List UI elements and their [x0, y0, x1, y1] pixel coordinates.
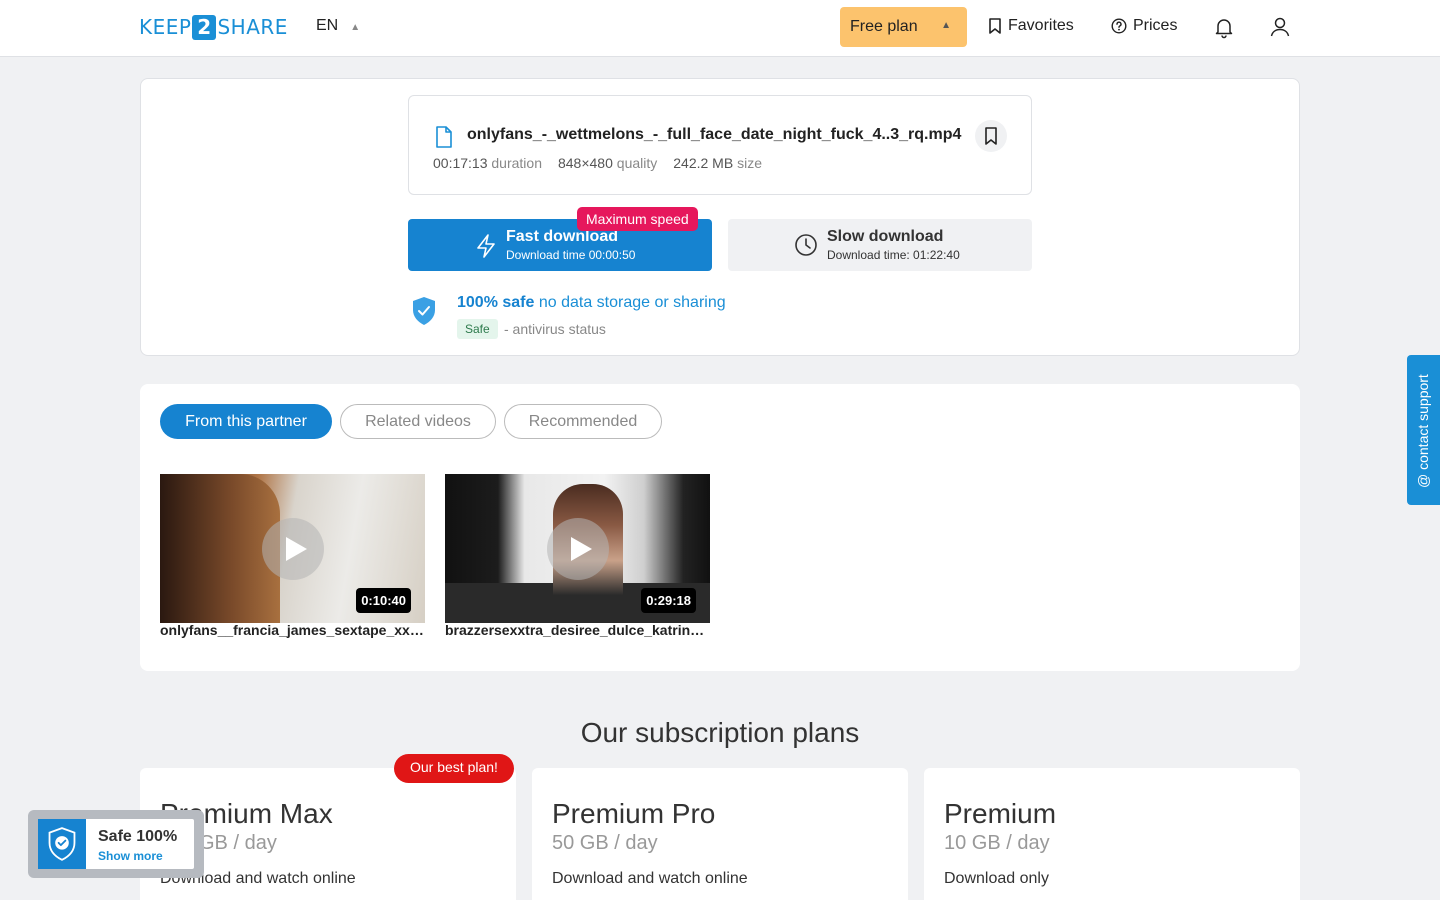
language-label: EN: [316, 17, 339, 34]
favorites-label: Favorites: [1008, 17, 1074, 34]
safety-info: 100% safe no data storage or sharing Saf…: [411, 294, 811, 344]
antivirus-status: - antivirus status: [504, 321, 606, 337]
duration-meta: 00:17:13 duration: [433, 155, 542, 171]
question-circle-icon: [1111, 18, 1127, 34]
logo-text-right: SHARE: [217, 15, 288, 39]
chevron-up-icon: ▲: [350, 21, 361, 33]
video-duration: 0:29:18: [641, 588, 696, 613]
plan-card-premium[interactable]: Premium 10 GB / day Download only: [924, 768, 1300, 900]
play-icon[interactable]: [262, 518, 324, 580]
logo-text-left: KEEP: [139, 15, 192, 39]
video-title[interactable]: onlyfans__francia_james_sextape_xxx_...: [160, 622, 425, 638]
logo-text-mid: 2: [192, 14, 217, 40]
prices-label: Prices: [1133, 17, 1178, 34]
tab-recommended[interactable]: Recommended: [504, 404, 662, 439]
plan-description: Download only: [944, 870, 1049, 887]
plan-dropdown[interactable]: Free plan ▲: [840, 7, 967, 47]
play-icon[interactable]: [547, 518, 609, 580]
best-plan-badge: Our best plan!: [394, 754, 514, 783]
safe-widget-title: Safe 100%: [98, 828, 178, 845]
contact-support-label: @ contact support: [1415, 374, 1431, 488]
bookmark-icon: [989, 18, 1001, 34]
file-name: onlyfans_-_wettmelons_-_full_face_date_n…: [467, 126, 962, 143]
plans-heading: Our subscription plans: [580, 717, 860, 748]
size-label: size: [737, 155, 762, 171]
video-duration: 0:10:40: [356, 588, 411, 613]
slow-download-title: Slow download: [827, 228, 944, 245]
contact-support-tab[interactable]: @ contact support: [1407, 355, 1440, 505]
duration-label: duration: [491, 155, 542, 171]
top-header: KEEP 2 SHARE EN ▲ Free plan ▲ Favorites Pr…: [0, 0, 1440, 57]
quality-value: 848×480: [557, 155, 613, 171]
plan-name: Premium: [944, 798, 1057, 829]
keep2share-logo[interactable]: KEEP 2 SHARE: [139, 14, 288, 40]
language-selector[interactable]: EN ▲: [316, 17, 360, 35]
file-info-card: onlyfans_-_wettmelons_-_full_face_date_n…: [408, 95, 1032, 195]
tab-from-this-partner[interactable]: From this partner: [160, 404, 332, 439]
plan-card-premium-pro[interactable]: Premium Pro 50 GB / day Download and wat…: [532, 768, 908, 900]
safety-title: 100% safe no data storage or sharing: [457, 294, 726, 312]
plan-label: Free plan: [850, 18, 918, 35]
user-icon[interactable]: [1268, 15, 1292, 39]
chevron-up-icon: ▲: [941, 20, 951, 31]
prices-link[interactable]: Prices: [1111, 17, 1177, 35]
video-title[interactable]: brazzersexxtra_desiree_dulce_katrina_...: [445, 622, 710, 638]
bookmark-icon: [985, 127, 997, 145]
file-icon: [436, 126, 452, 148]
maximum-speed-badge: Maximum speed: [577, 207, 698, 231]
size-value: 242.2 MB: [673, 155, 734, 171]
tab-related-videos[interactable]: Related videos: [340, 404, 496, 439]
show-more-link[interactable]: Show more: [98, 849, 163, 863]
lightning-icon: [477, 234, 495, 258]
size-meta: 242.2 MB size: [673, 155, 762, 171]
plan-quota: 10 GB / day: [944, 832, 1050, 854]
plan-quota: 50 GB / day: [552, 832, 658, 854]
fast-download-time: Download time 00:00:50: [506, 248, 636, 262]
clock-icon: [795, 234, 817, 256]
quality-label: quality: [616, 155, 658, 171]
video-thumbnail[interactable]: 0:10:40: [160, 474, 425, 623]
duration-value: 00:17:13: [433, 155, 488, 171]
plan-quota: GB / day: [199, 832, 277, 854]
video-thumbnail[interactable]: 0:29:18: [445, 474, 710, 623]
safety-title-rest: no data storage or sharing: [534, 294, 726, 311]
add-favorite-button[interactable]: [975, 120, 1007, 152]
shield-check-icon: [38, 819, 86, 869]
favorites-link[interactable]: Favorites: [988, 17, 1074, 35]
plan-description: Download and watch online: [552, 870, 748, 887]
bell-icon[interactable]: [1212, 15, 1236, 39]
slow-download-button[interactable]: Slow download Download time: 01:22:40: [728, 219, 1032, 271]
plan-name: Premium Pro: [552, 798, 716, 829]
slow-download-time: Download time: 01:22:40: [827, 248, 960, 262]
safety-title-bold: 100% safe: [457, 294, 535, 311]
file-meta: 00:17:13 duration 848×480 quality 242.2 …: [433, 155, 762, 171]
safe-widget[interactable]: Safe 100% Show more: [28, 810, 204, 878]
safe-widget-body: Safe 100% Show more: [38, 819, 194, 869]
quality-meta: 848×480 quality: [558, 155, 657, 171]
shield-check-icon: [413, 297, 435, 325]
antivirus-badge: Safe: [457, 319, 498, 339]
